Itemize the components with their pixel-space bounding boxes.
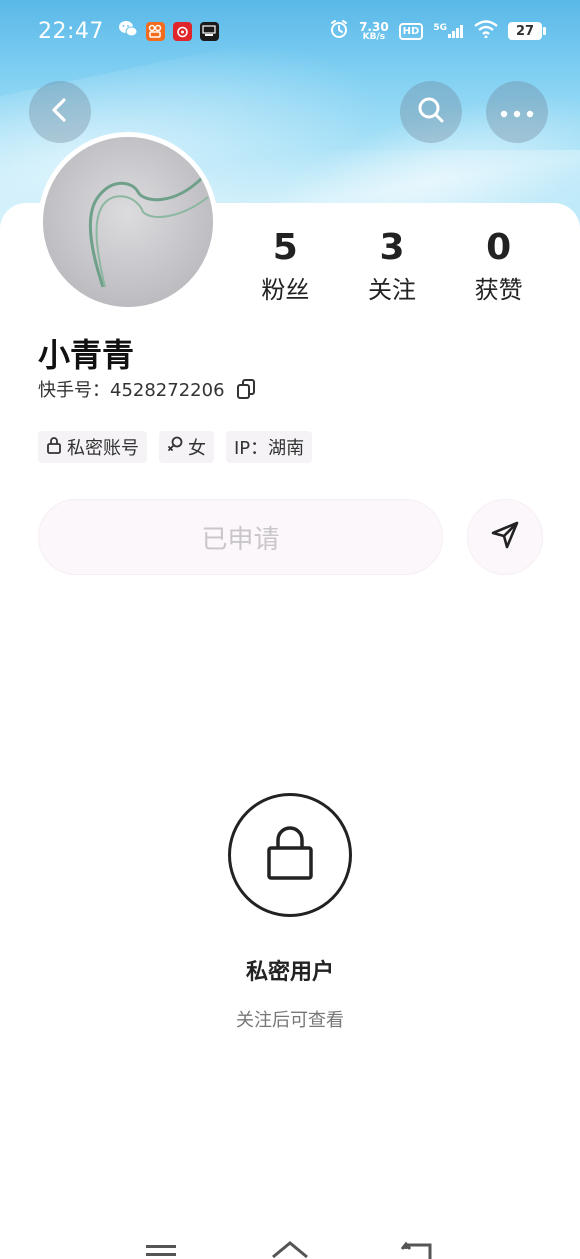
tag-ip-location: IP：湖南 xyxy=(226,431,313,463)
more-dots-icon xyxy=(499,103,535,122)
alarm-icon xyxy=(329,19,349,43)
lock-icon xyxy=(266,826,314,884)
copy-icon[interactable] xyxy=(235,378,257,400)
stat-value: 0 xyxy=(486,227,512,268)
back-button[interactable] xyxy=(29,81,91,143)
stat-value: 3 xyxy=(379,227,405,268)
tag-gender: 女 xyxy=(159,431,214,463)
private-lock-badge xyxy=(228,793,352,917)
tag-label: 私密账号 xyxy=(67,438,139,459)
stat-fans[interactable]: 5 粉丝 xyxy=(232,228,339,305)
profile-tags: 私密账号 女 IP：湖南 xyxy=(38,431,313,463)
stat-label: 粉丝 xyxy=(261,276,310,304)
dewu-app-icon xyxy=(199,21,219,41)
home-icon[interactable] xyxy=(270,1219,310,1259)
avatar[interactable] xyxy=(38,132,218,312)
status-bar: 22:47 7.30 KB/s HD 5G 27 xyxy=(0,0,580,62)
cell-signal-icon: 5G xyxy=(433,24,464,38)
kuaishou-id-value: 4528272206 xyxy=(110,380,225,401)
status-time: 22:47 xyxy=(38,18,104,44)
stat-value: 5 xyxy=(272,227,298,268)
menu-icon[interactable] xyxy=(144,1219,184,1259)
search-icon xyxy=(416,95,446,129)
private-user-subtitle: 关注后可查看 xyxy=(236,1010,344,1031)
wifi-icon xyxy=(474,20,498,42)
status-indicators: 7.30 KB/s HD 5G 27 xyxy=(329,19,546,43)
female-icon xyxy=(167,436,183,459)
network-speed: 7.30 KB/s xyxy=(359,19,389,42)
lock-icon xyxy=(46,436,62,459)
kuaishou-id-row: 快手号：4528272206 xyxy=(38,376,257,402)
netease-music-icon xyxy=(172,21,192,41)
tag-label: IP：湖南 xyxy=(234,438,305,459)
wechat-icon xyxy=(118,20,138,42)
tag-private-account: 私密账号 xyxy=(38,431,147,463)
status-app-icons xyxy=(118,20,219,42)
applied-follow-button[interactable]: 已申请 xyxy=(38,499,443,575)
search-button[interactable] xyxy=(400,81,462,143)
hd-voice-badge: HD xyxy=(398,22,424,40)
send-icon xyxy=(489,519,521,555)
stat-label: 关注 xyxy=(368,276,416,304)
private-user-title: 私密用户 xyxy=(245,960,334,985)
battery-indicator: 27 xyxy=(508,22,546,40)
kuaishou-app-icon xyxy=(145,21,165,41)
stat-likes[interactable]: 0 获赞 xyxy=(445,228,552,305)
send-message-button[interactable] xyxy=(467,499,543,575)
tag-label: 女 xyxy=(188,438,206,459)
profile-stats: 5 粉丝 3 关注 0 获赞 xyxy=(232,228,552,305)
back-nav-icon[interactable] xyxy=(398,1219,438,1259)
chevron-left-icon xyxy=(46,96,74,128)
stat-label: 获赞 xyxy=(474,276,523,304)
kuaishou-id-label: 快手号： xyxy=(38,380,110,401)
profile-name: 小青青 xyxy=(38,336,135,374)
more-options-button[interactable] xyxy=(486,81,548,143)
system-nav-bar xyxy=(0,1219,580,1259)
stat-following[interactable]: 3 关注 xyxy=(339,228,446,305)
